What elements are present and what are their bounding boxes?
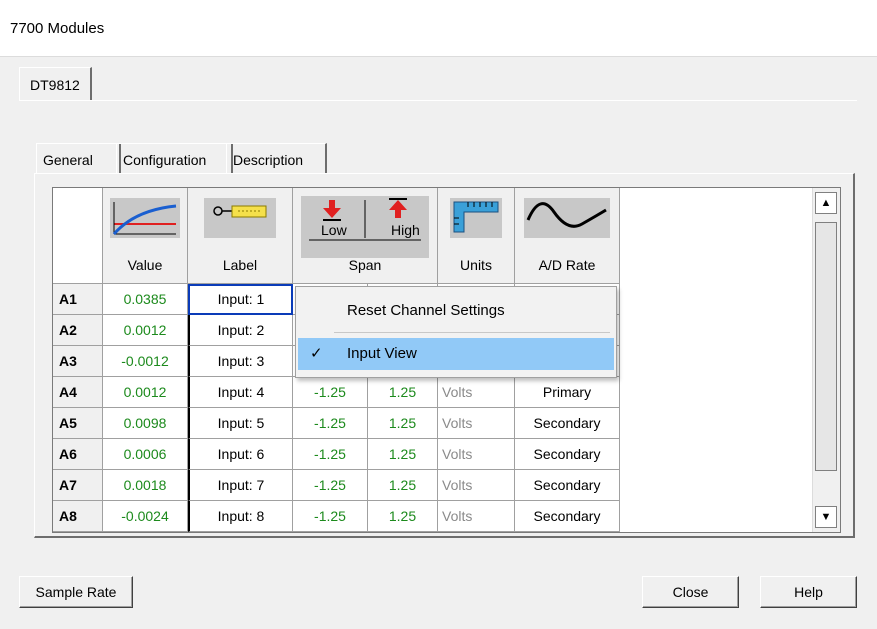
table-row[interactable]: A7 0.0018 Input: 7 -1.25 1.25 Volts Secondary [53, 470, 620, 501]
cell-channel: A2 [53, 315, 103, 346]
tab-dt9812[interactable]: DT9812 [19, 67, 92, 100]
span-column-label: Span [348, 257, 382, 273]
menu-item-reset-channel-settings[interactable]: Reset Channel Settings [298, 295, 614, 327]
cell-rate[interactable]: Secondary [515, 408, 620, 439]
cell-label[interactable]: Input: 8 [188, 501, 293, 532]
cell-rate[interactable]: Secondary [515, 439, 620, 470]
outer-tab-border [19, 100, 857, 101]
cell-value[interactable]: 0.0018 [103, 470, 188, 501]
cell-low[interactable]: -1.25 [293, 439, 368, 470]
cell-low[interactable]: -1.25 [293, 377, 368, 408]
ruler-icon [450, 198, 502, 238]
cell-label[interactable]: Input: 4 [188, 377, 293, 408]
cell-high[interactable]: 1.25 [368, 408, 438, 439]
sine-wave-icon [524, 198, 610, 238]
menu-item-label: Reset Channel Settings [347, 302, 505, 319]
scroll-thumb[interactable] [815, 222, 837, 471]
span-low-label: Low [321, 222, 347, 238]
cell-channel: A6 [53, 439, 103, 470]
cell-channel: A5 [53, 408, 103, 439]
cell-units[interactable]: Volts [438, 470, 515, 501]
menu-separator [334, 332, 610, 333]
column-header-value[interactable]: Value [103, 188, 188, 284]
cell-value[interactable]: -0.0024 [103, 501, 188, 532]
help-button[interactable]: Help [760, 576, 857, 608]
cell-channel: A1 [53, 284, 103, 315]
cell-rate[interactable]: Primary [515, 377, 620, 408]
cell-label[interactable]: Input: 1 [188, 284, 293, 315]
cell-high[interactable]: 1.25 [368, 501, 438, 532]
menu-item-input-view[interactable]: ✓ Input View [298, 338, 614, 370]
cell-rate[interactable]: Secondary [515, 501, 620, 532]
menu-item-label: Input View [347, 345, 417, 362]
cell-label[interactable]: Input: 7 [188, 470, 293, 501]
cell-rate[interactable]: Secondary [515, 470, 620, 501]
cell-label[interactable]: Input: 5 [188, 408, 293, 439]
table-row[interactable]: A4 0.0012 Input: 4 -1.25 1.25 Volts Primary [53, 377, 620, 408]
context-menu: Reset Channel Settings ✓ Input View [295, 286, 617, 378]
scroll-down-button[interactable]: ▼ [815, 506, 837, 528]
span-high-label: High [391, 222, 420, 238]
table-row[interactable]: A8 -0.0024 Input: 8 -1.25 1.25 Volts Secondary [53, 501, 620, 532]
value-column-label: Value [127, 257, 163, 273]
tab-general[interactable]: General [36, 143, 121, 174]
title-bar: 7700 Modules [0, 0, 877, 57]
cell-channel: A4 [53, 377, 103, 408]
cell-low[interactable]: -1.25 [293, 470, 368, 501]
cell-low[interactable]: -1.25 [293, 408, 368, 439]
units-column-label: Units [460, 257, 492, 273]
tab-configuration[interactable]: Configuration [116, 143, 233, 174]
cell-value[interactable]: 0.0006 [103, 439, 188, 470]
cell-value[interactable]: 0.0012 [103, 377, 188, 408]
column-header-ad-rate[interactable]: A/D Rate [515, 188, 620, 284]
vertical-scrollbar[interactable]: ▲ ▼ [812, 188, 840, 532]
column-header-span[interactable]: Low High Span [293, 188, 438, 284]
cell-label[interactable]: Input: 2 [188, 315, 293, 346]
cell-label[interactable]: Input: 6 [188, 439, 293, 470]
label-column-label: Label [222, 257, 258, 273]
cell-value[interactable]: -0.0012 [103, 346, 188, 377]
cell-value[interactable]: 0.0098 [103, 408, 188, 439]
ad-rate-column-label: A/D Rate [538, 257, 596, 273]
cell-value[interactable]: 0.0385 [103, 284, 188, 315]
table-row[interactable]: A5 0.0098 Input: 5 -1.25 1.25 Volts Secondary [53, 408, 620, 439]
cell-high[interactable]: 1.25 [368, 439, 438, 470]
cell-value[interactable]: 0.0012 [103, 315, 188, 346]
scroll-up-button[interactable]: ▲ [815, 192, 837, 214]
cell-label[interactable]: Input: 3 [188, 346, 293, 377]
label-tag-icon [204, 198, 276, 238]
checkmark-icon: ✓ [310, 345, 323, 362]
cell-units[interactable]: Volts [438, 408, 515, 439]
close-button[interactable]: Close [642, 576, 739, 608]
cell-high[interactable]: 1.25 [368, 470, 438, 501]
window-title: 7700 Modules [10, 20, 105, 37]
sample-rate-button[interactable]: Sample Rate [19, 576, 133, 608]
cell-units[interactable]: Volts [438, 439, 515, 470]
table-row[interactable]: A6 0.0006 Input: 6 -1.25 1.25 Volts Secondary [53, 439, 620, 470]
cell-units[interactable]: Volts [438, 501, 515, 532]
column-header-units[interactable]: Units [438, 188, 515, 284]
grid-corner [53, 188, 103, 284]
value-curve-icon [110, 198, 180, 238]
cell-channel: A7 [53, 470, 103, 501]
cell-channel: A3 [53, 346, 103, 377]
cell-low[interactable]: -1.25 [293, 501, 368, 532]
cell-channel: A8 [53, 501, 103, 532]
cell-high[interactable]: 1.25 [368, 377, 438, 408]
cell-units[interactable]: Volts [438, 377, 515, 408]
tab-description[interactable]: Description [226, 143, 327, 174]
column-header-label[interactable]: Label [188, 188, 293, 284]
